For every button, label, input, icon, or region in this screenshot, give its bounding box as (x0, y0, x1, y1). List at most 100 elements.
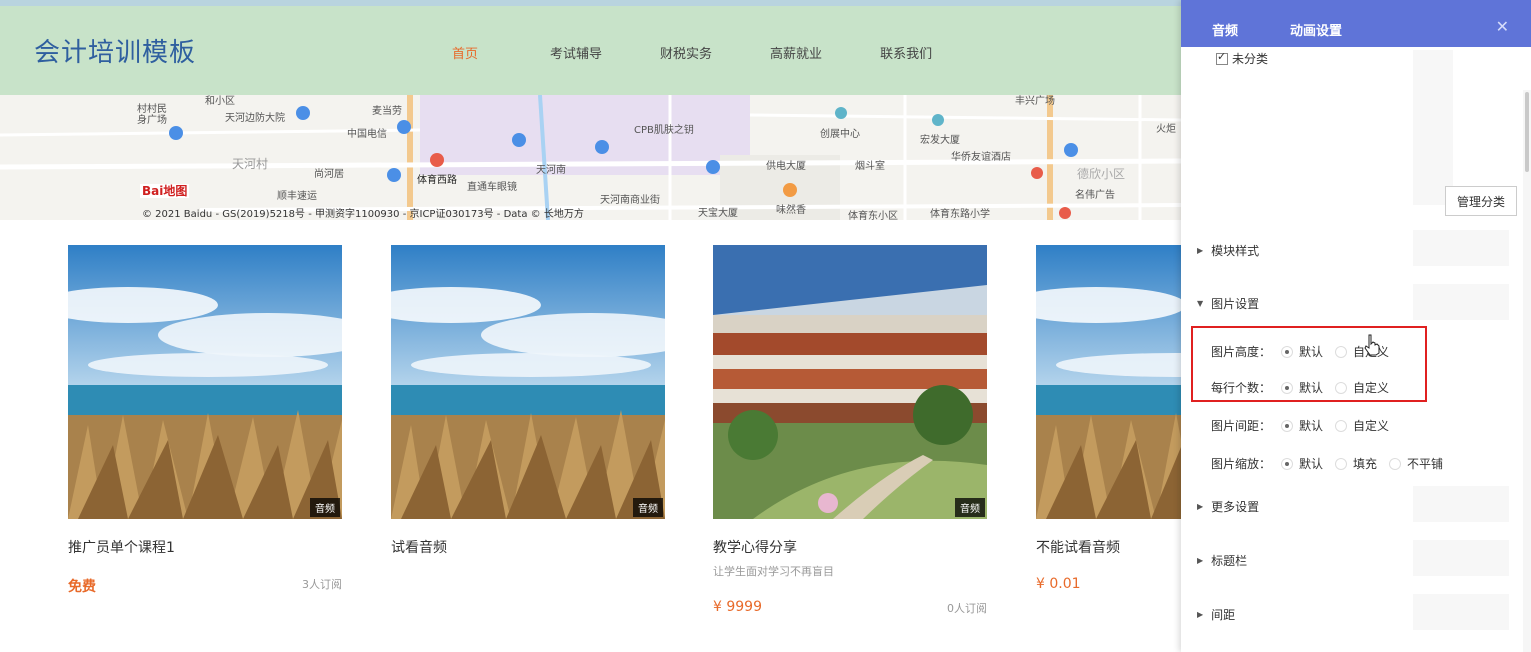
option-image-scale: 图片缩放： 默认 填充 不平铺 (1211, 455, 1443, 472)
faint-block (1413, 486, 1509, 522)
section-spacing[interactable]: ▶ 间距 (1197, 606, 1235, 623)
radio-custom[interactable]: 自定义 (1335, 417, 1389, 434)
checkbox-icon[interactable] (1216, 50, 1228, 65)
course-title[interactable]: 试看音频 (391, 537, 447, 557)
map-label: 和小区 (205, 96, 235, 107)
faint-block (1413, 50, 1453, 205)
map-label: 顺丰速运 (277, 191, 317, 202)
map-label: 体育西路 (417, 175, 457, 186)
section-module-style[interactable]: ▶ 模块样式 (1197, 242, 1259, 259)
option-label: 图片缩放： (1211, 457, 1272, 471)
map-label: 名伟广告 (1075, 190, 1115, 201)
site-logo[interactable]: 会计培训模板 (34, 32, 196, 69)
category-label: 未分类 (1232, 52, 1269, 66)
manage-category-button[interactable]: 管理分类 (1445, 186, 1517, 216)
map-label: 华侨友谊酒店 (951, 152, 1011, 163)
course-title[interactable]: 教学心得分享 (713, 537, 797, 557)
radio-dot-icon (1335, 419, 1348, 432)
sea-grass-image (68, 245, 342, 519)
panel-scrollbar[interactable] (1523, 90, 1531, 652)
course-card[interactable]: 音频 推广员单个课程1 免费 3人订阅 (68, 245, 342, 595)
section-title-bar[interactable]: ▶ 标题栏 (1197, 552, 1247, 569)
sea-grass-image (391, 245, 665, 519)
media-type-badge: 音频 (955, 498, 985, 517)
map-label: 丰兴广场 (1015, 96, 1055, 107)
radio-dot-icon (1335, 457, 1348, 470)
map-copyright: © 2021 Baidu - GS(2019)5218号 - 甲测资字11009… (142, 209, 584, 220)
media-type-badge: 音频 (310, 498, 340, 517)
caret-right-icon: ▶ (1197, 610, 1204, 619)
radio-no-tile[interactable]: 不平铺 (1389, 455, 1443, 472)
caret-right-icon: ▶ (1197, 502, 1204, 511)
map-label: 宏发大厦 (920, 135, 960, 146)
map-label: 天河南商业街 (600, 195, 660, 206)
course-price: ¥ 0.01 (1036, 576, 1081, 592)
tab-audio[interactable]: 音频 (1212, 20, 1238, 39)
section-label: 模块样式 (1211, 244, 1260, 258)
course-price: 免费 (68, 579, 96, 595)
tab-animation-settings[interactable]: 动画设置 (1290, 20, 1342, 39)
map-label: 身广场 (137, 115, 167, 126)
map-label: 味然香 (776, 205, 806, 216)
faint-block (1413, 594, 1509, 630)
media-type-badge: 音频 (633, 498, 663, 517)
radio-dot-icon (1281, 457, 1293, 470)
map-label: 直通车眼镜 (467, 182, 517, 193)
baidu-map[interactable]: 和小区 麦当劳 村村民 身广场 天河边防大院 中国电信 CPB肌肤之钥 创展中心… (0, 95, 1181, 220)
nav-item-contact[interactable]: 联系我们 (880, 43, 932, 62)
course-image[interactable]: 音频 (391, 245, 665, 519)
course-price: ¥ 9999 (713, 599, 762, 615)
course-image[interactable]: 音频 (68, 245, 342, 519)
map-label: 尚河居 (314, 169, 344, 180)
section-label: 标题栏 (1211, 554, 1248, 568)
section-label: 更多设置 (1211, 500, 1260, 514)
section-more-settings[interactable]: ▶ 更多设置 (1197, 498, 1259, 515)
caret-right-icon: ▶ (1197, 246, 1204, 255)
close-icon[interactable]: ✕ (1496, 17, 1509, 36)
faint-block (1413, 284, 1509, 320)
category-checkbox-row[interactable]: 未分类 (1216, 50, 1268, 67)
map-label: 天宝大厦 (698, 208, 738, 219)
map-label: 火炬 (1156, 124, 1176, 135)
map-label: 天河南 (536, 165, 566, 176)
radio-default[interactable]: 默认 (1281, 455, 1323, 472)
radio-dot-icon (1389, 457, 1402, 470)
section-label: 间距 (1211, 608, 1236, 622)
panel-scrollbar-thumb[interactable] (1525, 92, 1529, 172)
radio-dot-icon (1281, 419, 1293, 432)
course-card[interactable]: 不能试看音频 ¥ 0.01 (1036, 245, 1181, 605)
caret-down-icon: ▼ (1197, 299, 1204, 308)
course-card[interactable]: 音频 试看音频 (391, 245, 665, 556)
faint-block (1413, 230, 1509, 266)
radio-default[interactable]: 默认 (1281, 417, 1323, 434)
course-image[interactable] (1036, 245, 1181, 519)
radio-fill[interactable]: 填充 (1335, 455, 1377, 472)
atrium-image (713, 245, 987, 519)
map-label: 天河村 (232, 157, 269, 171)
faint-block (1413, 540, 1509, 576)
panel-header: 音频 动画设置 ✕ (1181, 0, 1531, 47)
map-label: 创展中心 (820, 129, 860, 140)
map-label: 烟斗室 (855, 161, 885, 172)
section-label: 图片设置 (1211, 297, 1260, 311)
map-label: 供电大厦 (766, 161, 806, 172)
section-image-settings[interactable]: ▼ 图片设置 (1197, 295, 1259, 312)
hand-cursor-icon (1364, 334, 1380, 356)
nav-item-tax[interactable]: 财税实务 (660, 43, 712, 62)
course-image[interactable]: 音频 (713, 245, 987, 519)
map-label: 体育东小区 (848, 211, 898, 220)
map-label: 中国电信 (347, 129, 387, 140)
nav-item-exam[interactable]: 考试辅导 (550, 43, 602, 62)
option-image-spacing: 图片间距： 默认 自定义 (1211, 417, 1401, 434)
baidu-map-logo: Bai地图 (140, 184, 190, 198)
nav-item-home[interactable]: 首页 (452, 43, 478, 62)
map-label: 体育东路小学 (930, 209, 990, 220)
course-subtitle: 让学生面对学习不再盲目 (713, 565, 834, 578)
nav-item-jobs[interactable]: 高薪就业 (770, 43, 822, 62)
subscriber-count: 0人订阅 (947, 602, 987, 615)
course-title[interactable]: 推广员单个课程1 (68, 537, 175, 557)
sea-grass-image (1036, 245, 1181, 519)
course-title[interactable]: 不能试看音频 (1036, 537, 1120, 557)
course-card[interactable]: 音频 教学心得分享 让学生面对学习不再盲目 ¥ 9999 0人订阅 (713, 245, 987, 615)
map-label: 麦当劳 (372, 106, 402, 117)
